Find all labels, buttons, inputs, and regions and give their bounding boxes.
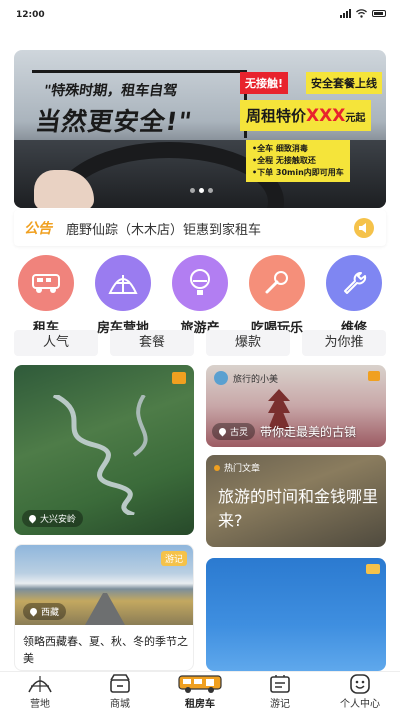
status-time: 12:00: [16, 10, 45, 20]
price-prefix: 周租特价: [246, 107, 307, 125]
nav-label: 商城: [110, 698, 130, 710]
tab-packages[interactable]: 套餐: [110, 330, 194, 356]
speaker-icon[interactable]: [354, 218, 374, 238]
banner-headline-line2: 当然更安全!": [33, 107, 195, 136]
hot-article-text: 热门文章: [224, 464, 261, 474]
wifi-icon: [356, 9, 367, 18]
author-name: 旅行的小美: [233, 374, 279, 385]
travel-note-badge: 游记: [160, 551, 187, 566]
feature-list: •全车 细致消毒 •全程 无接触取还 •下单 30min内即可用车: [246, 140, 350, 182]
feature-item: •全车 细致消毒: [252, 144, 308, 153]
card-caption: 带你走最美的古镇: [260, 425, 357, 439]
nav-rent-rv[interactable]: 租房车: [160, 672, 240, 711]
travel-notes-icon: [270, 674, 290, 693]
contactless-tag: 无接触!: [240, 72, 289, 94]
card-description: 领略西藏春、夏、秋、冬的季节之美: [23, 635, 188, 665]
feature-item: •下单 30min内即可用车: [252, 168, 344, 177]
category-travel-products[interactable]: 旅游产: [162, 255, 238, 336]
carousel-dot: [208, 188, 213, 193]
tab-recommended[interactable]: 为你推: [302, 330, 386, 356]
nav-label: 个人中心: [340, 698, 380, 710]
feed-card-tibet[interactable]: 游记 西藏 领略西藏春、夏、秋、冬的季节之美: [14, 544, 194, 671]
carousel-indicator: [190, 188, 213, 193]
feed-card-ancient-town[interactable]: 旅行的小美 古灵 带你走最美的古镇: [206, 365, 386, 447]
feed-card-blue-sky[interactable]: [206, 558, 386, 671]
author-info: 旅行的小美: [214, 371, 278, 385]
nav-label: 营地: [30, 698, 50, 710]
hot-dot-icon: [214, 464, 220, 471]
feed-card-article[interactable]: 热门文章 旅游的时间和金钱哪里来?: [206, 455, 386, 547]
location-tag: 古灵: [212, 423, 256, 440]
location-tag: 大兴安岭: [22, 510, 84, 527]
article-title: 旅游的时间和金钱哪里来?: [218, 487, 379, 530]
image-badge-icon: [366, 564, 380, 574]
video-badge-icon: [172, 372, 186, 384]
author-avatar: [214, 371, 228, 385]
carousel-dot: [190, 188, 195, 193]
announcement-text: 鹿野仙踪（木木店）钜惠到家租车: [66, 222, 262, 238]
shop-icon: [110, 673, 130, 693]
bottom-nav: 营地 商城 租房车 游记 个人中心: [0, 671, 400, 711]
rv-rent-icon: [178, 674, 222, 693]
location-name: 古灵: [230, 428, 249, 438]
nav-label: 游记: [270, 698, 290, 710]
category-food-fun[interactable]: 吃喝玩乐: [239, 255, 315, 336]
nav-profile[interactable]: 个人中心: [320, 672, 400, 711]
banner-headline-line1: "特殊时期，租车自驾: [42, 83, 179, 99]
location-tag: 西藏: [23, 603, 67, 620]
promo-banner[interactable]: "特殊时期，租车自驾 当然更安全!" 无接触! 安全套餐上线 周租特价XXX元起…: [14, 50, 386, 208]
nav-camp[interactable]: 营地: [0, 672, 80, 711]
category-rv-camp[interactable]: 房车营地: [85, 255, 161, 336]
status-icons: [340, 9, 386, 18]
hot-article-label: 热门文章: [214, 461, 260, 474]
price-value: XXX: [306, 106, 346, 126]
category-grid: 租车 房车营地 旅游产 吃喝玩乐 维修: [8, 255, 392, 336]
camp-icon: [28, 675, 52, 692]
badge-icon: [368, 371, 380, 381]
winding-road-image: [52, 395, 148, 515]
feature-item: •全程 无接触取还: [252, 156, 316, 165]
location-name: 西藏: [41, 608, 60, 618]
nav-travel-notes[interactable]: 游记: [240, 672, 320, 711]
location-name: 大兴安岭: [40, 515, 77, 525]
microphone-icon: [249, 255, 305, 311]
wrench-icon: [326, 255, 382, 311]
tab-popular[interactable]: 人气: [14, 330, 98, 356]
category-rental[interactable]: 租车: [8, 255, 84, 336]
balloon-icon: [172, 255, 228, 311]
location-pin-icon: [28, 606, 39, 617]
signal-icon: [340, 9, 351, 18]
nav-label: 租房车: [185, 698, 215, 710]
feed-card-mountain-road[interactable]: 大兴安岭: [14, 365, 194, 535]
nav-shop[interactable]: 商城: [80, 672, 160, 711]
announcement-logo: 公告: [24, 221, 52, 237]
tent-icon: [95, 255, 151, 311]
feed-tabs: 人气 套餐 爆款 为你推: [14, 330, 386, 356]
profile-icon: [350, 673, 370, 694]
location-pin-icon: [27, 513, 38, 524]
tab-hot-items[interactable]: 爆款: [206, 330, 290, 356]
home-page: "特殊时期，租车自驾 当然更安全!" 无接触! 安全套餐上线 周租特价XXX元起…: [0, 30, 400, 671]
battery-icon: [372, 10, 386, 17]
announcement-bar[interactable]: 公告 鹿野仙踪（木木店）钜惠到家租车: [14, 210, 386, 246]
location-pin-icon: [217, 426, 228, 437]
status-bar: 12:00: [0, 0, 400, 30]
price-tag: 周租特价XXX元起: [240, 100, 372, 131]
rv-icon: [18, 255, 74, 311]
carousel-dot-active: [199, 188, 204, 193]
safety-package-tag: 安全套餐上线: [306, 72, 382, 94]
category-repair[interactable]: 维修: [316, 255, 392, 336]
price-unit: 元起: [345, 113, 366, 124]
